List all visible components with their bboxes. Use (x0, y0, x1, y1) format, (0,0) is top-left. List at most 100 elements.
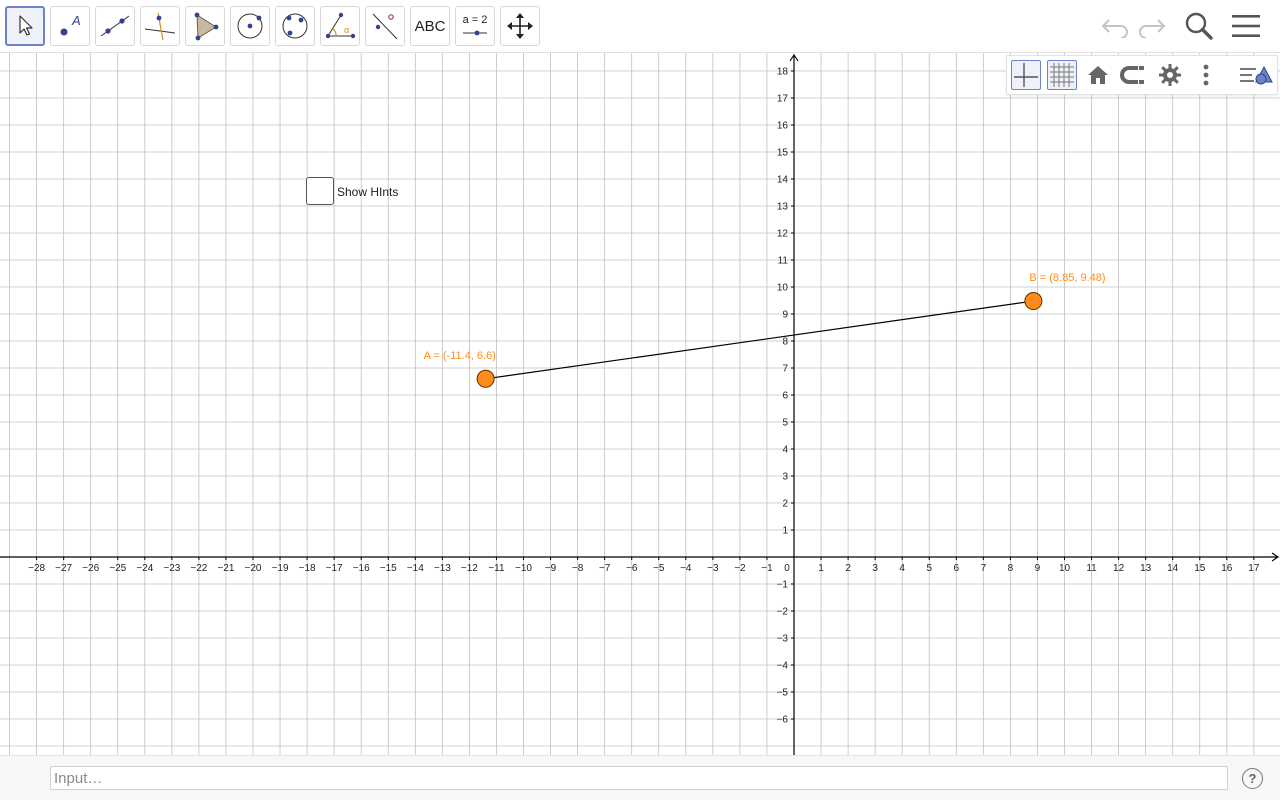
y-tick-label: 13 (777, 202, 789, 213)
move-graphics-view-tool-button[interactable] (500, 6, 540, 46)
x-tick-label: −13 (434, 563, 451, 574)
x-tick-label: −12 (461, 563, 478, 574)
graphics-settings-button[interactable] (1155, 60, 1185, 90)
x-tick-label: 15 (1194, 563, 1206, 574)
more-options-button[interactable] (1191, 60, 1221, 90)
point-capturing-button[interactable] (1119, 60, 1149, 90)
polygon-icon (194, 12, 219, 41)
search-button[interactable] (1181, 8, 1217, 44)
line-icon (100, 15, 130, 37)
x-tick-label: −21 (217, 563, 234, 574)
search-icon (1185, 12, 1213, 40)
graphics-view[interactable]: −28 −27 −26 −25 −24 −23 −22 −21 −20 −19 −18 −17 −16−… (0, 53, 1280, 755)
x-axis-tick-labels: −28 −27 −26 −25 −24 −23 −22 −21 −20 −19 −18 −17 −16−… (28, 557, 1260, 574)
x-tick-label: 8 (1008, 563, 1014, 574)
x-tick-label: −16 (353, 563, 370, 574)
circle-three-points-icon (282, 13, 308, 39)
show-hints-checkbox[interactable] (306, 177, 334, 205)
slider-tool-button[interactable]: a = 2 (455, 6, 495, 46)
angle-icon: α (325, 12, 356, 39)
y-tick-label: −1 (777, 580, 789, 591)
axes (0, 54, 1279, 755)
x-tick-label: 9 (1035, 563, 1041, 574)
circle-center-icon (237, 13, 263, 39)
x-tick-label: −25 (109, 563, 126, 574)
angle-tool-button[interactable]: α (320, 6, 360, 46)
geogebra-app: A α ABC a = 2 −28 −27 −26 −25 −24 −23 −2… (0, 0, 1280, 800)
point-a[interactable] (476, 369, 495, 388)
polygon-tool-button[interactable] (185, 6, 225, 46)
toggle-stylebar-icon (1240, 65, 1273, 85)
y-tick-label: 17 (777, 94, 789, 105)
y-tick-label: 14 (777, 175, 789, 186)
y-tick-label: 4 (782, 445, 788, 456)
x-tick-label: −14 (407, 563, 424, 574)
move-graphics-view-icon (507, 13, 533, 39)
algebra-input-field[interactable] (50, 766, 1228, 790)
x-tick-label: 5 (926, 563, 932, 574)
point-tool-button[interactable]: A (50, 6, 90, 46)
x-tick-label: −7 (599, 563, 611, 574)
x-tick-label: 16 (1221, 563, 1233, 574)
x-tick-label: −22 (190, 563, 207, 574)
x-tick-label: −28 (28, 563, 45, 574)
standard-view-button[interactable] (1083, 60, 1113, 90)
y-tick-label: 12 (777, 229, 789, 240)
x-tick-label: −24 (136, 563, 153, 574)
x-tick-label: 14 (1167, 563, 1179, 574)
construction-objects[interactable]: A = (-11.4, 6.6) B = (8.85, 9.48) (424, 272, 1106, 388)
circle-center-point-tool-button[interactable] (230, 6, 270, 46)
y-tick-label: 3 (782, 472, 788, 483)
perpendicular-line-tool-button[interactable] (140, 6, 180, 46)
x-tick-label: 1 (818, 563, 824, 574)
input-bar: ? (0, 755, 1280, 800)
y-tick-label: 2 (782, 499, 788, 510)
segment-ab[interactable] (485, 300, 1034, 380)
x-tick-label: −3 (707, 563, 719, 574)
grid-toggle-button[interactable] (1047, 60, 1077, 90)
point-b[interactable] (1024, 292, 1043, 311)
coordinate-plane[interactable]: −28 −27 −26 −25 −24 −23 −22 −21 −20 −19 −18 −17 −16−… (0, 53, 1280, 755)
x-tick-label: −27 (55, 563, 72, 574)
text-tool-button[interactable]: ABC (410, 6, 450, 46)
y-tick-label: 15 (777, 148, 789, 159)
axes-toggle-button[interactable] (1011, 60, 1041, 90)
x-tick-label: −17 (326, 563, 343, 574)
y-tick-label: −4 (777, 661, 789, 672)
x-tick-label: −19 (272, 563, 289, 574)
x-tick-label: 0 (784, 563, 790, 574)
toggle-stylebar-button[interactable] (1237, 60, 1275, 90)
x-tick-label: 2 (845, 563, 851, 574)
home-icon (1088, 66, 1108, 84)
y-tick-label: 11 (778, 256, 789, 267)
undo-button[interactable] (1097, 8, 1133, 44)
point-capturing-icon (1120, 66, 1144, 84)
x-tick-label: −2 (734, 563, 746, 574)
line-tool-button[interactable] (95, 6, 135, 46)
menu-icon (1232, 15, 1260, 37)
y-tick-label: 9 (782, 310, 788, 321)
y-tick-label: 16 (777, 121, 789, 132)
reflect-line-icon (372, 13, 398, 40)
x-tick-label: −26 (82, 563, 99, 574)
toolbar: A α ABC a = 2 (0, 0, 1280, 53)
x-tick-label: −11 (488, 563, 505, 574)
x-tick-label: 4 (899, 563, 905, 574)
reflect-line-tool-button[interactable] (365, 6, 405, 46)
x-tick-label: 3 (872, 563, 878, 574)
x-tick-label: 10 (1059, 563, 1071, 574)
input-help-button[interactable]: ? (1242, 768, 1263, 789)
redo-icon (1139, 19, 1166, 38)
grid-toggle-icon (1050, 63, 1074, 87)
x-tick-label: −18 (299, 563, 316, 574)
x-tick-label: 13 (1140, 563, 1152, 574)
redo-button[interactable] (1134, 8, 1170, 44)
y-tick-label: −6 (777, 715, 789, 726)
main-menu-button[interactable] (1228, 8, 1264, 44)
show-hints-label: Show HInts (337, 185, 399, 199)
circle-three-points-tool-button[interactable] (275, 6, 315, 46)
move-tool-button[interactable] (5, 6, 45, 46)
x-tick-label: 12 (1113, 563, 1125, 574)
point-a-label: A = (-11.4, 6.6) (424, 350, 496, 362)
x-tick-label: −10 (515, 563, 532, 574)
